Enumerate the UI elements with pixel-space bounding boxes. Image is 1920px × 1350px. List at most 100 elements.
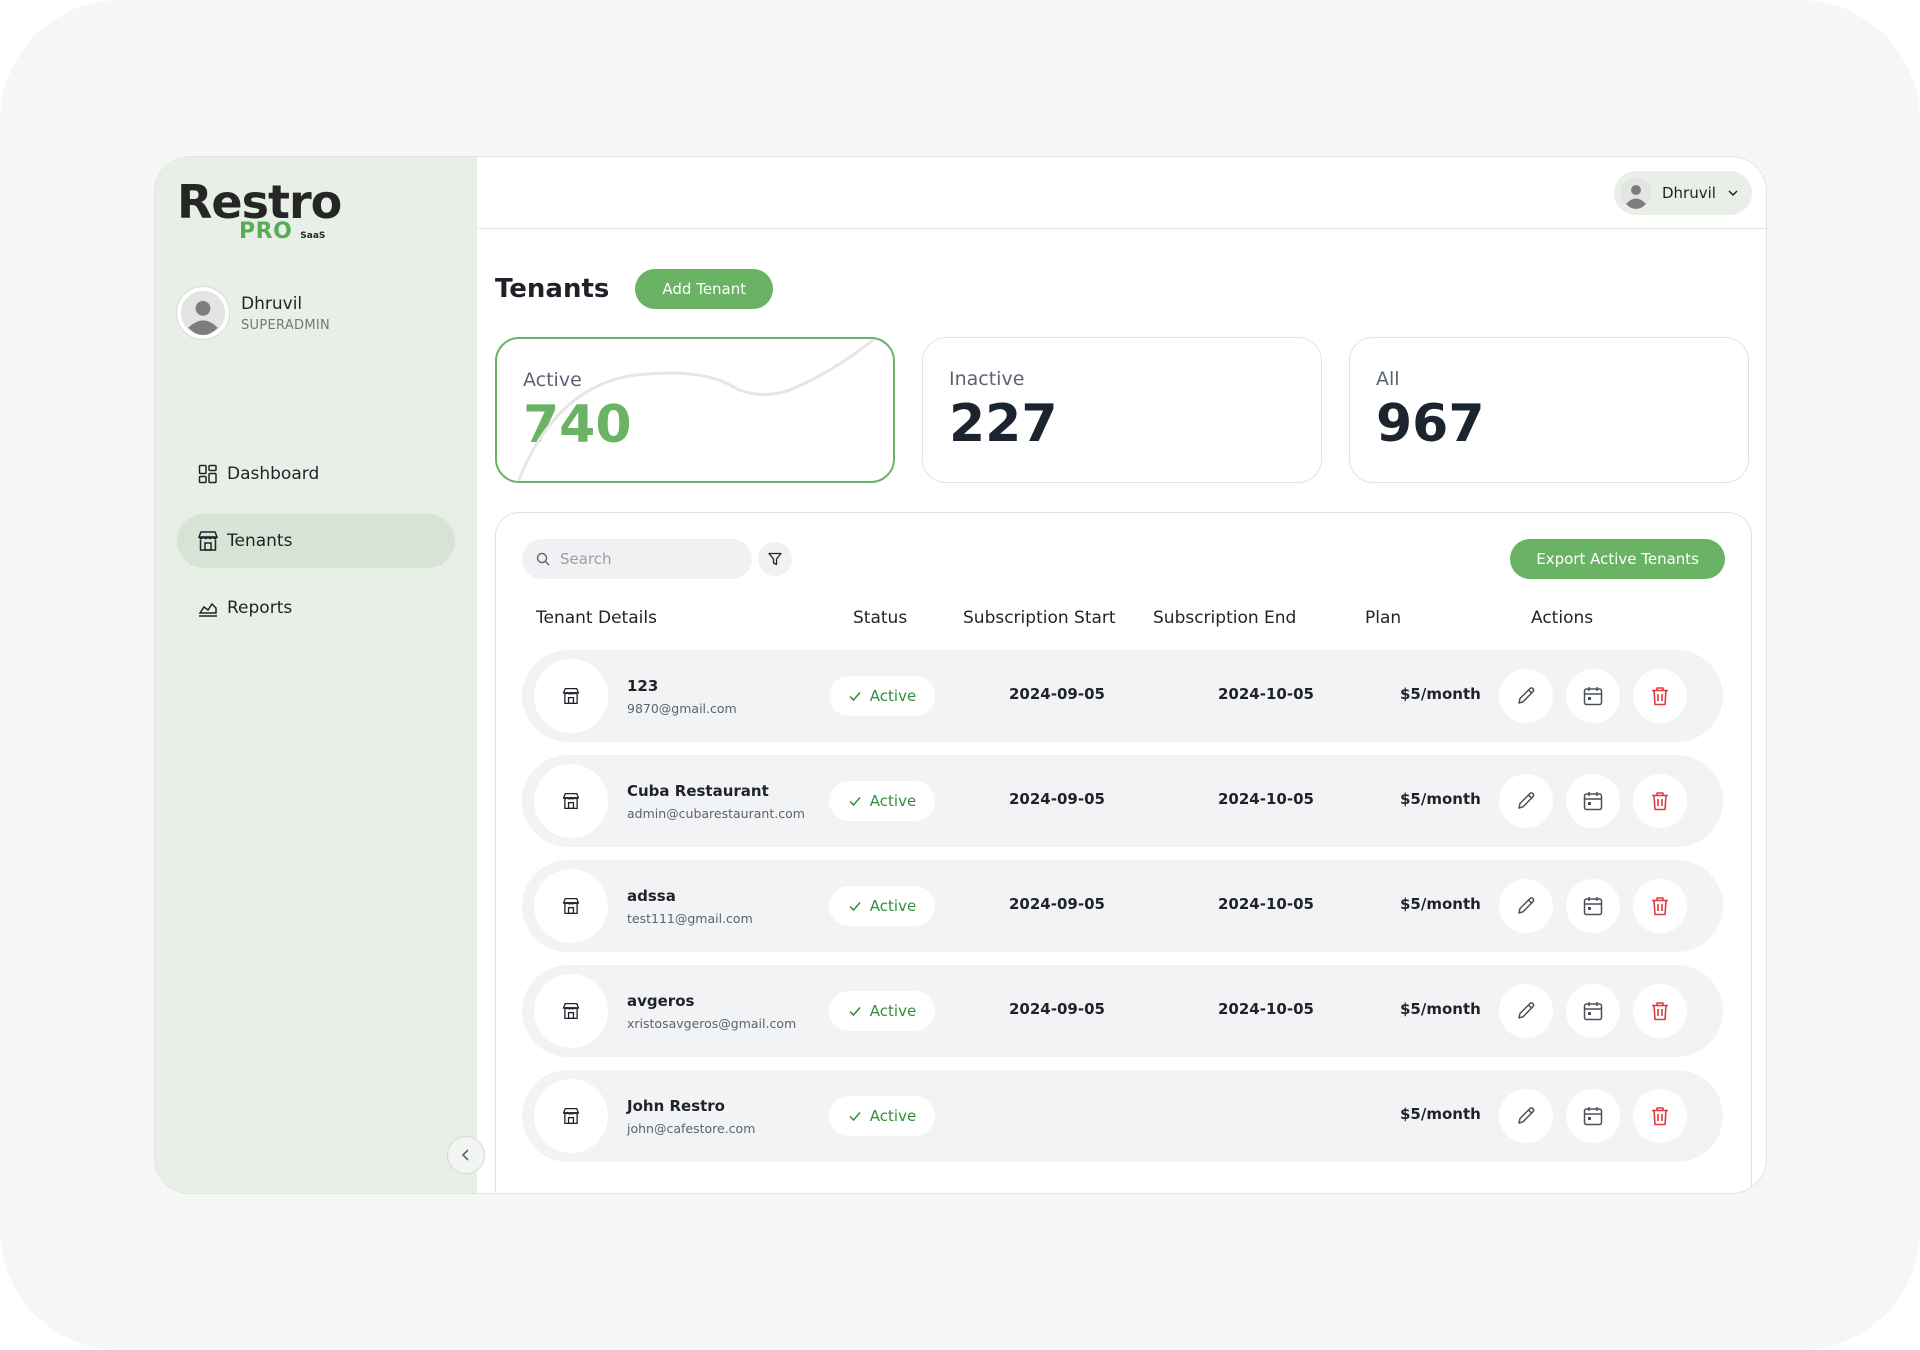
status-badge: Active (829, 886, 935, 926)
chevron-left-icon (461, 1149, 469, 1161)
table-header: Tenant Details Status Subscription Start… (536, 608, 1725, 638)
tenant-email: test111@gmail.com (627, 911, 753, 926)
filter-button[interactable] (758, 542, 792, 576)
stat-card-all[interactable]: All 967 (1349, 337, 1749, 483)
tenant-name: Cuba Restaurant (627, 782, 769, 800)
add-tenant-button[interactable]: Add Tenant (635, 269, 774, 309)
edit-button[interactable] (1499, 984, 1553, 1038)
column-header: Tenant Details (536, 608, 657, 628)
plan: $5/month (1400, 895, 1481, 913)
table-row: Cuba Restaurant admin@cubarestaurant.com… (522, 755, 1723, 847)
delete-button[interactable] (1633, 1089, 1687, 1143)
stat-label: All (1376, 368, 1400, 390)
tenant-avatar (534, 1079, 608, 1153)
tenants-table-card: Export Active Tenants Tenant Details Sta… (495, 512, 1752, 1193)
logo-saas: SaaS (300, 231, 326, 241)
sidebar-item-label: Tenants (227, 531, 293, 551)
trash-icon (1652, 687, 1668, 706)
trash-icon (1652, 1002, 1668, 1021)
status-label: Active (869, 1107, 917, 1125)
user-avatar-icon (180, 290, 226, 336)
tenant-avatar (534, 869, 608, 943)
tenant-name: 123 (627, 677, 659, 695)
column-header: Status (853, 608, 908, 628)
delete-button[interactable] (1633, 774, 1687, 828)
stat-value: 967 (1376, 394, 1485, 454)
subscription-calendar-button[interactable] (1566, 1089, 1620, 1143)
store-icon (197, 530, 219, 552)
table-row: adssa test111@gmail.com Active 2024-09-0… (522, 860, 1723, 952)
delete-button[interactable] (1633, 984, 1687, 1038)
check-icon (849, 692, 861, 702)
stat-card-active[interactable]: Active 740 (495, 337, 895, 483)
subscription-end: 2024-10-05 (1218, 790, 1314, 808)
tenant-avatar (534, 764, 608, 838)
tenant-name: John Restro (627, 1097, 725, 1115)
plan: $5/month (1400, 790, 1481, 808)
table-toolbar: Export Active Tenants (522, 539, 1725, 579)
subscription-start: 2024-09-05 (1009, 1000, 1105, 1018)
tenant-email: 9870@gmail.com (627, 701, 737, 716)
stat-label: Inactive (949, 368, 1025, 390)
check-icon (849, 797, 861, 807)
collapse-sidebar-button[interactable] (447, 1136, 485, 1174)
sidebar-nav: Dashboard Tenants Reports (177, 447, 455, 648)
table-body: 123 9870@gmail.com Active 2024-09-05 202… (522, 650, 1723, 1175)
edit-button[interactable] (1499, 1089, 1553, 1143)
column-header: Subscription End (1153, 608, 1297, 628)
trash-icon (1652, 792, 1668, 811)
calendar-icon (1583, 792, 1603, 811)
subscription-end: 2024-10-05 (1218, 685, 1314, 703)
delete-button[interactable] (1633, 879, 1687, 933)
tenant-avatar (534, 974, 608, 1048)
delete-button[interactable] (1633, 669, 1687, 723)
plan: $5/month (1400, 1105, 1481, 1123)
pencil-icon (1518, 1002, 1535, 1019)
store-icon (562, 1002, 580, 1020)
topbar: Dhruvil (477, 157, 1766, 229)
subscription-start: 2024-09-05 (1009, 895, 1105, 913)
pencil-icon (1518, 687, 1535, 704)
edit-button[interactable] (1499, 879, 1553, 933)
sidebar-item-label: Reports (227, 598, 293, 618)
export-active-tenants-button[interactable]: Export Active Tenants (1510, 539, 1725, 579)
chevron-down-icon (1728, 190, 1738, 197)
user-profile: Dhruvil SUPERADMIN (177, 287, 330, 339)
plan: $5/month (1400, 1000, 1481, 1018)
status-badge: Active (829, 1096, 935, 1136)
tenant-name: adssa (627, 887, 676, 905)
user-menu-name: Dhruvil (1662, 184, 1716, 202)
page-title: Tenants (495, 274, 610, 304)
search-input[interactable] (560, 550, 730, 568)
calendar-icon (1583, 1107, 1603, 1126)
sidebar-item-label: Dashboard (227, 464, 320, 484)
status-label: Active (869, 1002, 917, 1020)
tenant-email: admin@cubarestaurant.com (627, 806, 805, 821)
edit-button[interactable] (1499, 669, 1553, 723)
pencil-icon (1518, 897, 1535, 914)
sidebar-item-dashboard[interactable]: Dashboard (177, 447, 455, 501)
trash-icon (1652, 897, 1668, 916)
sidebar-item-reports[interactable]: Reports (177, 581, 455, 635)
subscription-calendar-button[interactable] (1566, 879, 1620, 933)
status-badge: Active (829, 676, 935, 716)
subscription-start: 2024-09-05 (1009, 790, 1105, 808)
subscription-calendar-button[interactable] (1566, 984, 1620, 1038)
trash-icon (1652, 1107, 1668, 1126)
status-label: Active (869, 792, 917, 810)
column-header: Actions (1531, 608, 1594, 628)
check-icon (849, 1007, 861, 1017)
avatar (1620, 177, 1652, 209)
logo: Restro PRO SaaS (177, 179, 342, 244)
subscription-calendar-button[interactable] (1566, 774, 1620, 828)
store-icon (562, 1107, 580, 1125)
sidebar-item-tenants[interactable]: Tenants (177, 514, 455, 568)
edit-button[interactable] (1499, 774, 1553, 828)
tenant-email: john@cafestore.com (627, 1121, 756, 1136)
stat-card-inactive[interactable]: Inactive 227 (922, 337, 1322, 483)
user-role: SUPERADMIN (241, 317, 331, 333)
user-menu-button[interactable]: Dhruvil (1614, 171, 1752, 215)
subscription-calendar-button[interactable] (1566, 669, 1620, 723)
status-badge: Active (829, 991, 935, 1031)
chart-area-icon (197, 597, 219, 619)
